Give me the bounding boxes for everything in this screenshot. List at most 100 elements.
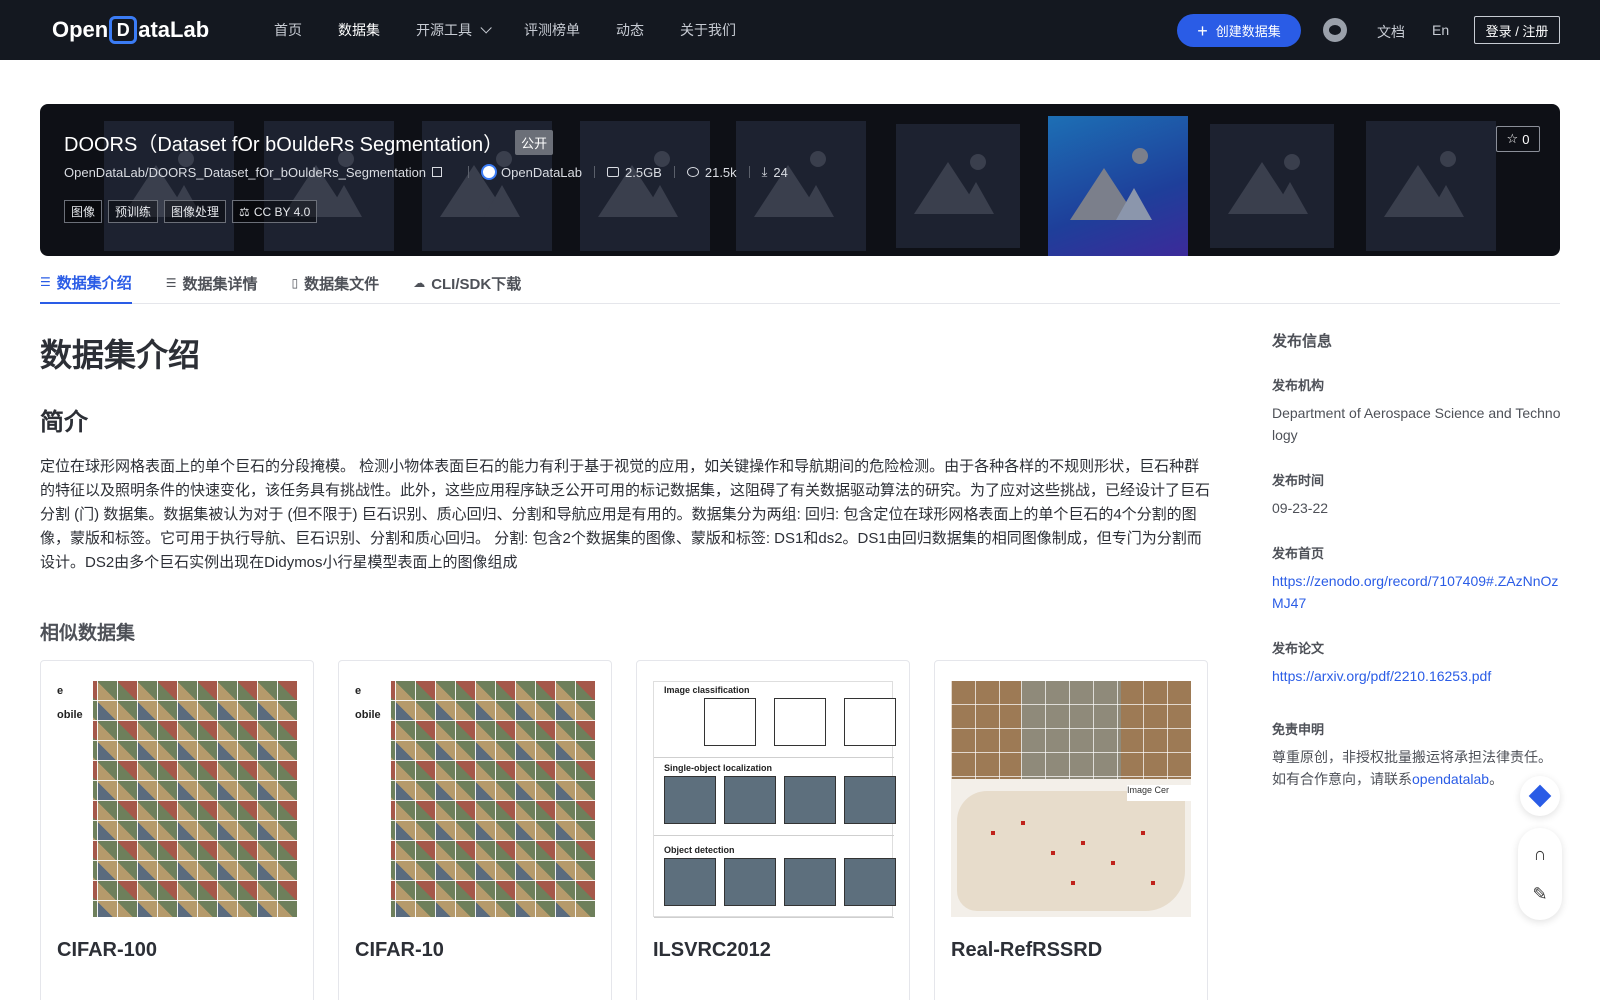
- publisher-value: Department of Aerospace Science and Tech…: [1272, 405, 1561, 443]
- preview-side-label: obile: [355, 709, 381, 721]
- dataset-title: DOORS（Dataset fOr bOuldeRs Segmentation）: [64, 134, 504, 156]
- tab-introduction[interactable]: ☰ 数据集介绍: [40, 262, 132, 304]
- github-icon[interactable]: [1323, 18, 1347, 42]
- banner-thumbnail: [580, 121, 710, 251]
- preview-row: Single-object localization: [654, 760, 896, 836]
- meta-divider: [468, 166, 470, 178]
- publish-info-heading: 发布信息: [1272, 333, 1333, 350]
- tab-files[interactable]: ▯ 数据集文件: [292, 262, 380, 304]
- storage-icon: [607, 167, 619, 177]
- diamond-icon: [1528, 784, 1552, 808]
- view-count: 21.5k: [704, 164, 737, 180]
- nav-home[interactable]: 首页: [274, 20, 302, 40]
- homepage-label: 发布首页: [1272, 546, 1325, 561]
- nav-docs[interactable]: 文档: [1377, 22, 1405, 42]
- dataset-banner: DOORS（Dataset fOr bOuldeRs Segmentation）…: [40, 104, 1560, 256]
- banner-thumbnail: [1366, 121, 1496, 251]
- similar-dataset-card[interactable]: Image classification Single-object local…: [636, 660, 910, 1000]
- tab-details[interactable]: ☰ 数据集详情: [166, 262, 258, 304]
- opendatalab-logo[interactable]: Open D ataLab: [52, 14, 209, 46]
- similar-datasets-title: 相似数据集: [40, 623, 136, 644]
- dataset-size: 2.5GB: [625, 164, 662, 180]
- similar-datasets-list: e obile CIFAR-100 e obile CIFAR-10 Image…: [40, 660, 1232, 1000]
- list-icon: ☰: [165, 276, 177, 290]
- repo-path: OpenDataLab/DOORS_Dataset_fOr_bOuldeRs_S…: [64, 164, 427, 180]
- preview-side-label: e: [355, 685, 362, 697]
- tag-pretrain[interactable]: 预训练: [108, 200, 159, 223]
- tab-introduction-label: 数据集介绍: [56, 274, 132, 292]
- tab-cli-sdk[interactable]: ☁ CLI/SDK下载: [413, 262, 521, 304]
- similar-dataset-card[interactable]: e obile CIFAR-100: [40, 660, 314, 1000]
- map-legend: Image Cer: [1127, 785, 1191, 801]
- page-title: 数据集介绍: [40, 337, 201, 373]
- nav-tools[interactable]: 开源工具: [416, 20, 492, 40]
- preview-side-label: obile: [57, 709, 83, 721]
- dataset-card-name: Real-RefRSSRD: [951, 939, 1103, 961]
- similar-dataset-card[interactable]: e obile CIFAR-10: [338, 660, 612, 1000]
- us-map-shape: [957, 791, 1185, 911]
- preview-row: Image classification: [654, 682, 896, 758]
- preview-side-label: e: [57, 685, 64, 697]
- copy-icon[interactable]: [432, 167, 443, 177]
- scale-icon: ⚖: [239, 204, 250, 219]
- paper-label: 发布论文: [1272, 641, 1325, 656]
- eye-icon: [686, 167, 699, 177]
- preview-row-label: Object detection: [664, 845, 735, 855]
- contact-link[interactable]: opendatalab: [1412, 771, 1489, 787]
- nav-links: 首页 数据集 开源工具 评测榜单 动态 关于我们: [274, 0, 772, 60]
- tab-cli-sdk-label: CLI/SDK下载: [431, 275, 522, 293]
- dataset-card-name: CIFAR-10: [355, 939, 444, 961]
- create-dataset-label: 创建数据集: [1215, 24, 1281, 39]
- file-icon: ▯: [291, 276, 299, 290]
- nav-datasets[interactable]: 数据集: [338, 20, 380, 40]
- tag-image-processing[interactable]: 图像处理: [164, 200, 227, 223]
- floating-tools-panel: ∩ ✎: [1518, 828, 1562, 920]
- disclaimer-label: 免责申明: [1272, 722, 1325, 737]
- publisher-label: 发布机构: [1272, 378, 1325, 393]
- homepage-link[interactable]: https://zenodo.org/record/7107409#.ZAzNn…: [1272, 570, 1562, 614]
- org-name[interactable]: OpenDataLab: [501, 165, 582, 180]
- login-register-button[interactable]: 登录 / 注册: [1474, 16, 1560, 44]
- feedback-icon[interactable]: ✎: [1530, 884, 1550, 904]
- download-count: 24: [773, 164, 788, 180]
- create-dataset-button[interactable]: + 创建数据集: [1177, 14, 1301, 47]
- tab-files-label: 数据集文件: [304, 275, 380, 293]
- preview-side-labels: e obile: [355, 681, 391, 917]
- nav-about[interactable]: 关于我们: [680, 20, 736, 40]
- dataset-title-row: DOORS（Dataset fOr bOuldeRs Segmentation）…: [64, 128, 554, 157]
- star-button[interactable]: ☆ 0: [1496, 126, 1540, 152]
- dataset-description: 定位在球形网格表面上的单个巨石的分段掩模。 检测小物体表面巨石的能力有利于基于视…: [40, 458, 1211, 571]
- public-badge: 公开: [515, 130, 554, 155]
- assistant-float-button[interactable]: [1520, 776, 1560, 816]
- dataset-preview-image: Image classification Single-object local…: [653, 681, 896, 918]
- database-icon: ☰: [40, 275, 51, 289]
- language-switch[interactable]: En: [1432, 22, 1449, 38]
- nav-tools-label: 开源工具: [416, 22, 472, 38]
- meta-divider: [673, 166, 675, 178]
- banner-thumbnail: [736, 121, 866, 251]
- disclaimer-end: 。: [1489, 771, 1504, 787]
- preview-row-label: Image classification: [664, 685, 750, 695]
- publish-time-value: 09-23-22: [1272, 500, 1329, 516]
- meta-divider: [748, 166, 750, 178]
- logo-text-open: Open: [52, 17, 109, 42]
- star-icon: ☆: [1506, 131, 1519, 146]
- preview-side-labels: e obile: [57, 681, 93, 917]
- license-tag[interactable]: ⚖ CC BY 4.0: [232, 200, 318, 223]
- nav-leaderboard[interactable]: 评测榜单: [524, 20, 580, 40]
- tab-details-label: 数据集详情: [182, 275, 258, 293]
- dataset-tags: 图像 预训练 图像处理 ⚖ CC BY 4.0: [64, 200, 323, 223]
- headset-icon[interactable]: ∩: [1530, 844, 1550, 864]
- paper-link[interactable]: https://arxiv.org/pdf/2210.16253.pdf: [1272, 665, 1562, 687]
- nav-news[interactable]: 动态: [616, 20, 644, 40]
- tag-image[interactable]: 图像: [64, 200, 103, 223]
- similar-dataset-card[interactable]: Image Cer Real-RefRSSRD: [934, 660, 1208, 1000]
- dataset-card-name: ILSVRC2012: [653, 939, 771, 961]
- star-count: 0: [1522, 131, 1530, 147]
- dataset-preview-image: e obile: [57, 681, 297, 917]
- dataset-meta-row: OpenDataLab/DOORS_Dataset_fOr_bOuldeRs_S…: [64, 164, 788, 180]
- banner-thumbnail-highlight: [1048, 116, 1188, 256]
- dataset-tabs: ☰ 数据集介绍 ☰ 数据集详情 ▯ 数据集文件 ☁ CLI/SDK下载: [40, 262, 1560, 304]
- chevron-down-icon: [480, 22, 492, 34]
- cloud-download-icon: ☁: [413, 276, 426, 290]
